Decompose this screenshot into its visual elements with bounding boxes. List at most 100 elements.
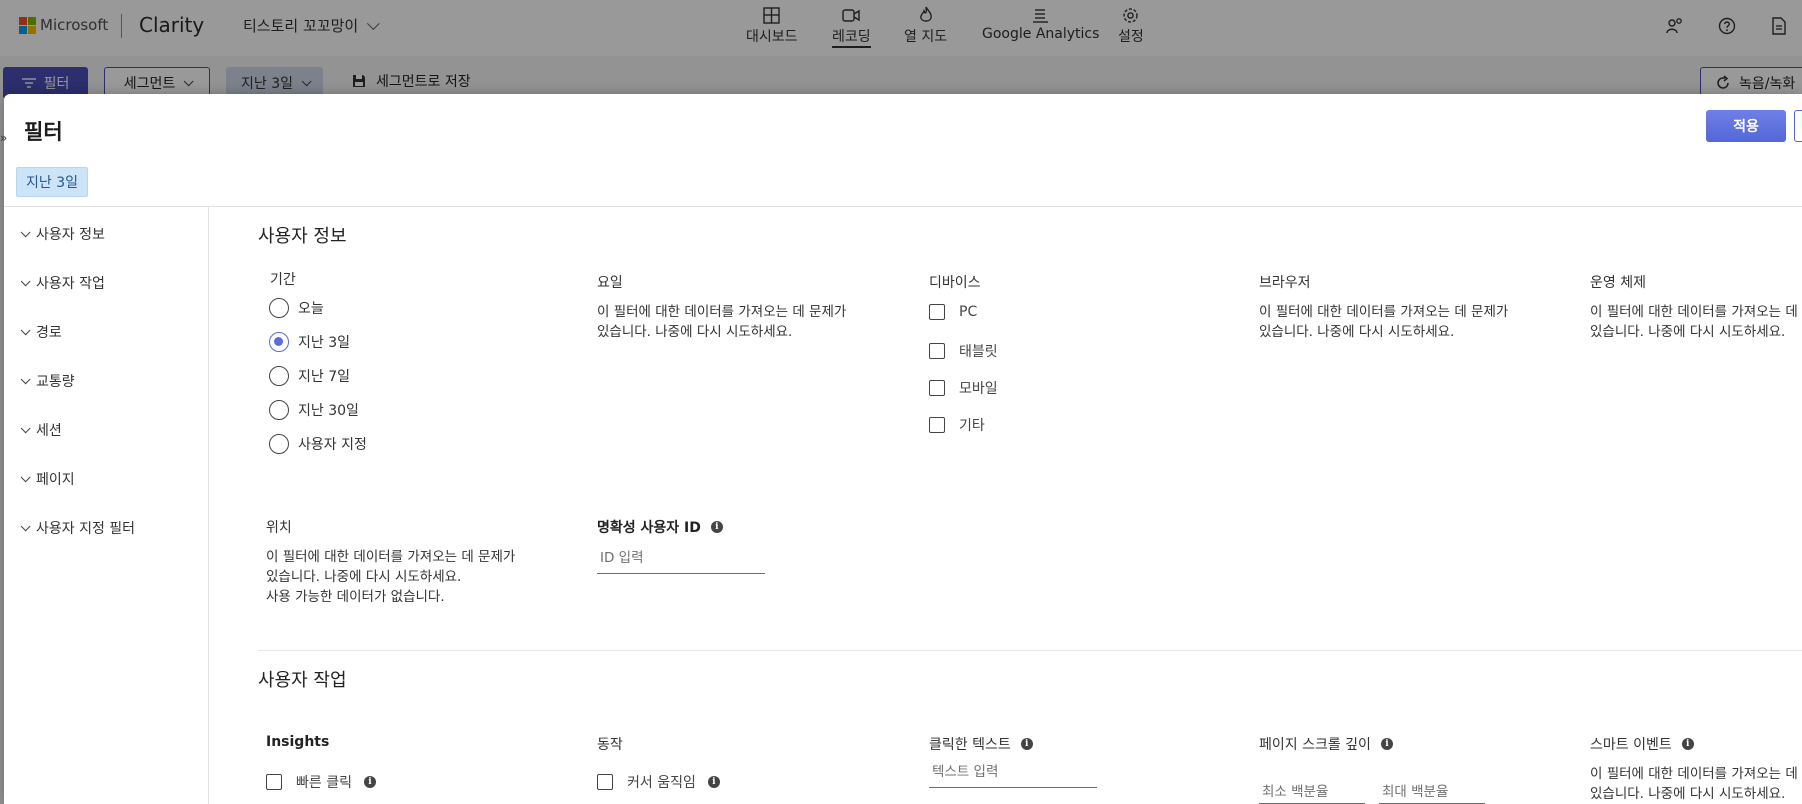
panel-header-divider xyxy=(4,206,1802,207)
sidebar-item-page[interactable]: 페이지 xyxy=(20,469,75,489)
sidebar-item-label: 세션 xyxy=(36,423,62,439)
chevron-down-icon xyxy=(20,422,31,433)
apply-button[interactable]: 적용 xyxy=(1706,110,1786,142)
weekday-label: 요일 xyxy=(597,275,623,291)
device-option-pc[interactable]: PC xyxy=(929,304,977,320)
clicked-text-label: 클릭한 텍스트 i xyxy=(929,734,1033,754)
chevron-down-icon xyxy=(20,373,31,384)
section-title-user-info: 사용자 정보 xyxy=(258,226,347,247)
checkbox-label: 기타 xyxy=(959,418,985,434)
info-icon[interactable]: i xyxy=(710,521,723,533)
period-option-today[interactable]: 오늘 xyxy=(269,298,324,318)
clarity-user-id-input[interactable] xyxy=(597,548,765,574)
scroll-depth-label-text: 페이지 스크롤 깊이 xyxy=(1259,737,1371,753)
clarity-user-id-label-text: 명확성 사용자 ID xyxy=(597,520,701,536)
sidebar-item-label: 사용자 작업 xyxy=(36,276,105,292)
scroll-depth-label: 페이지 스크롤 깊이 i xyxy=(1259,734,1393,754)
checkbox[interactable] xyxy=(929,343,945,359)
sidebar-item-label: 교통량 xyxy=(36,374,75,390)
radio-label: 지난 7일 xyxy=(298,369,350,385)
radio-button[interactable] xyxy=(269,298,289,318)
chevron-down-icon xyxy=(20,226,31,237)
checkbox-label: PC xyxy=(959,304,978,320)
secondary-button[interactable] xyxy=(1794,110,1802,142)
smart-events-error-message: 이 필터에 대한 데이터를 가져오는 데 문제가 있습니다. 나중에 다시 시도… xyxy=(1590,764,1798,804)
device-label: 디바이스 xyxy=(929,275,981,291)
active-filter-chip[interactable]: 지난 3일 xyxy=(16,167,88,197)
info-icon[interactable]: i xyxy=(1020,738,1033,750)
radio-button-selected[interactable] xyxy=(269,332,289,352)
period-option-custom[interactable]: 사용자 지정 xyxy=(269,434,367,454)
device-option-tablet[interactable]: 태블릿 xyxy=(929,341,998,361)
os-error-text: 이 필터에 대한 데이터를 가져오는 데 문제가 있습니다. 나중에 다시 시도… xyxy=(1590,304,1798,340)
sidebar-item-label: 사용자 지정 필터 xyxy=(36,521,136,537)
collapse-arrows-icon[interactable]: » xyxy=(0,131,7,145)
radio-button[interactable] xyxy=(269,400,289,420)
location-label: 위치 xyxy=(266,520,292,536)
checkbox-label: 커서 움직임 xyxy=(627,775,696,791)
chevron-down-icon xyxy=(20,324,31,335)
device-option-other[interactable]: 기타 xyxy=(929,415,985,435)
checkbox-label: 모바일 xyxy=(959,381,998,397)
period-option-3days[interactable]: 지난 3일 xyxy=(269,332,350,352)
sidebar-item-label: 경로 xyxy=(36,325,62,341)
chevron-down-icon xyxy=(20,275,31,286)
smart-events-error-text: 이 필터에 대한 데이터를 가져오는 데 문제가 있습니다. 나중에 다시 시도… xyxy=(1590,766,1798,802)
weekday-error-message: 이 필터에 대한 데이터를 가져오는 데 문제가 있습니다. 나중에 다시 시도… xyxy=(597,304,847,340)
section-title-user-actions: 사용자 작업 xyxy=(258,670,347,691)
sidebar-item-user-actions[interactable]: 사용자 작업 xyxy=(20,273,105,293)
sidebar-item-label: 사용자 정보 xyxy=(36,227,105,243)
section-divider xyxy=(258,650,1802,651)
checkbox-label: 태블릿 xyxy=(959,344,998,360)
device-option-mobile[interactable]: 모바일 xyxy=(929,378,998,398)
browser-label: 브라우저 xyxy=(1259,275,1311,291)
location-error-text: 이 필터에 대한 데이터를 가져오는 데 문제가 있습니다. 나중에 다시 시도… xyxy=(266,549,516,585)
sidebar-item-path[interactable]: 경로 xyxy=(20,322,62,342)
sidebar-item-custom-filter[interactable]: 사용자 지정 필터 xyxy=(20,518,135,538)
os-error-message: 이 필터에 대한 데이터를 가져오는 데 문제가 있습니다. 나중에 다시 시도… xyxy=(1590,302,1798,342)
panel-title: 필터 xyxy=(24,120,63,144)
clarity-user-id-label: 명확성 사용자 ID i xyxy=(597,517,723,537)
smart-events-label: 스마트 이벤트 i xyxy=(1590,734,1694,754)
filter-panel: 필터 적용 지난 3일 사용자 정보 사용자 작업 경로 교통량 세션 페이지 … xyxy=(4,94,1802,804)
browser-error-message: 이 필터에 대한 데이터를 가져오는 데 문제가 있습니다. 나중에 다시 시도… xyxy=(1259,304,1509,340)
scroll-depth-min-input[interactable] xyxy=(1259,778,1365,804)
info-icon[interactable]: i xyxy=(363,776,376,788)
sidebar-item-traffic[interactable]: 교통량 xyxy=(20,371,75,391)
radio-label: 사용자 지정 xyxy=(298,437,367,453)
chevron-down-icon xyxy=(20,520,31,531)
info-icon[interactable]: i xyxy=(1380,738,1393,750)
scroll-depth-max-input[interactable] xyxy=(1379,778,1485,804)
location-empty-text: 사용 가능한 데이터가 없습니다. xyxy=(266,589,445,605)
smart-events-label-text: 스마트 이벤트 xyxy=(1590,737,1672,753)
checkbox[interactable] xyxy=(929,304,945,320)
clicked-text-input[interactable] xyxy=(929,762,1097,788)
behavior-label: 동작 xyxy=(597,737,623,753)
insights-option-quick-click[interactable]: 빠른 클릭 i xyxy=(266,772,376,792)
checkbox[interactable] xyxy=(929,417,945,433)
radio-label: 지난 30일 xyxy=(298,403,359,419)
chevron-down-icon xyxy=(20,471,31,482)
radio-button[interactable] xyxy=(269,434,289,454)
period-option-7days[interactable]: 지난 7일 xyxy=(269,366,350,386)
checkbox[interactable] xyxy=(266,774,282,790)
sidebar-divider xyxy=(208,207,209,804)
checkbox[interactable] xyxy=(597,774,613,790)
radio-label: 오늘 xyxy=(298,301,324,317)
clicked-text-label-text: 클릭한 텍스트 xyxy=(929,737,1011,753)
period-option-30days[interactable]: 지난 30일 xyxy=(269,400,359,420)
insights-label: Insights xyxy=(266,734,330,750)
radio-button[interactable] xyxy=(269,366,289,386)
os-label: 운영 체제 xyxy=(1590,275,1646,291)
period-label: 기간 xyxy=(270,272,296,288)
sidebar-item-label: 페이지 xyxy=(36,472,75,488)
checkbox[interactable] xyxy=(929,380,945,396)
info-icon[interactable]: i xyxy=(707,776,720,788)
radio-label: 지난 3일 xyxy=(298,335,350,351)
info-icon[interactable]: i xyxy=(1681,738,1694,750)
checkbox-label: 빠른 클릭 xyxy=(296,775,352,791)
sidebar-item-session[interactable]: 세션 xyxy=(20,420,62,440)
behavior-option-cursor-move[interactable]: 커서 움직임 i xyxy=(597,772,720,792)
sidebar-item-user-info[interactable]: 사용자 정보 xyxy=(20,224,105,244)
location-error-message: 이 필터에 대한 데이터를 가져오는 데 문제가 있습니다. 나중에 다시 시도… xyxy=(266,547,532,607)
